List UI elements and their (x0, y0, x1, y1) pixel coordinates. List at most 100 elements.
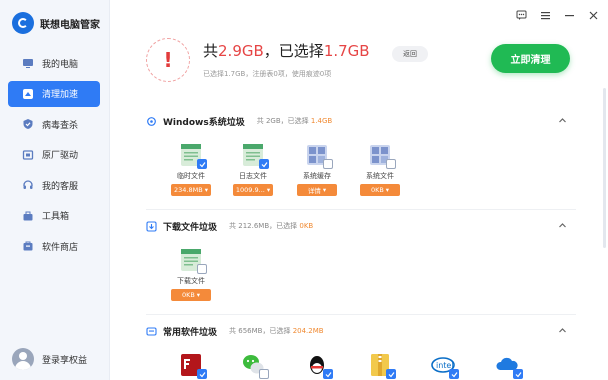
sidebar-item-label: 软件商店 (42, 242, 79, 253)
sidebar-item-label: 我的客服 (42, 181, 79, 192)
section-info-prefix: 共 2GB，已选择 (256, 117, 309, 125)
back-button[interactable]: 返回 (392, 46, 428, 62)
software-item-wechat[interactable] (230, 353, 276, 379)
sidebar-nav: 我的电脑 清理加速 病毒查杀 原厂驱动 我的客服 工具箱 软件商店 (8, 50, 100, 264)
chevron-down-icon: ▾ (322, 186, 327, 194)
checkbox-empty-icon[interactable] (386, 159, 396, 169)
onedrive-cloud-icon (495, 353, 523, 379)
item-size: 详情 (307, 187, 321, 195)
toolbox-icon (22, 210, 34, 222)
chevron-up-icon[interactable] (556, 219, 568, 231)
checkbox-checked-icon[interactable] (449, 369, 459, 379)
section-info-selected: 0KB (299, 222, 314, 230)
archive-app-icon (368, 353, 396, 379)
checkbox-checked-icon[interactable] (386, 369, 396, 379)
summary-total: 2.9GB (218, 42, 264, 60)
junk-item-temp[interactable]: 临时文件 234.8MB ▾ (168, 143, 214, 196)
section-download-junk: 下载文件垃圾 共 212.6MB，已选择 0KB (146, 219, 576, 233)
junk-item-download[interactable]: 下载文件 0KB ▾ (168, 248, 214, 301)
computer-icon (22, 57, 34, 69)
section-title: 常用软件垃圾 (163, 327, 218, 338)
checkbox-checked-icon[interactable] (259, 159, 269, 169)
alert-icon: ! (146, 38, 190, 82)
headset-icon (22, 179, 34, 191)
item-size: 234.8MB (174, 186, 203, 194)
sidebar-item-label: 我的电脑 (42, 59, 79, 70)
flash-app-icon (179, 353, 207, 379)
checkbox-empty-icon[interactable] (323, 159, 333, 169)
section-info: 共 212.6MB，已选择 0KB (229, 221, 313, 231)
scrollbar[interactable] (603, 88, 606, 248)
close-icon[interactable] (586, 8, 600, 22)
item-size-tag[interactable]: 0KB ▾ (360, 184, 400, 196)
window-controls (514, 8, 600, 22)
login-button[interactable]: 登录享权益 (12, 348, 87, 370)
broom-icon (22, 88, 34, 100)
temp-file-icon (179, 143, 207, 169)
divider (146, 209, 576, 210)
software-item-qq[interactable] (294, 353, 340, 379)
checkbox-checked-icon[interactable] (197, 369, 207, 379)
section-software-junk: 常用软件垃圾 共 656MB，已选择 204.2MB (146, 324, 576, 338)
avatar (12, 348, 34, 370)
clean-now-button[interactable]: 立即清理 (491, 44, 570, 73)
checkbox-checked-icon[interactable] (197, 159, 207, 169)
software-item-intel[interactable]: intel (420, 353, 466, 379)
sidebar-item-label: 病毒查杀 (42, 120, 79, 131)
chevron-up-icon[interactable] (556, 324, 568, 336)
item-name: 系统文件 (366, 172, 394, 180)
checkbox-empty-icon[interactable] (197, 264, 207, 274)
section-info-prefix: 共 656MB，已选择 (229, 327, 291, 335)
shield-icon (22, 118, 34, 130)
chevron-up-icon[interactable] (556, 114, 568, 126)
summary-selected: 1.7GB (323, 42, 370, 60)
item-size-tag[interactable]: 1009.9... ▾ (233, 184, 273, 196)
sidebar-item-my-computer[interactable]: 我的电脑 (8, 50, 100, 76)
junk-item-log[interactable]: 日志文件 1009.9... ▾ (230, 143, 276, 196)
item-size: 0KB (370, 186, 384, 194)
chevron-down-icon: ▾ (385, 186, 390, 194)
item-size-tag[interactable]: 234.8MB ▾ (171, 184, 211, 196)
system-cache-icon (305, 143, 333, 169)
brand: 联想电脑管家 (12, 12, 100, 34)
section-title: 下载文件垃圾 (163, 222, 218, 233)
junk-item-sys-file[interactable]: 系统文件 0KB ▾ (357, 143, 403, 196)
item-name: 下载文件 (177, 277, 205, 285)
sidebar-item-label: 清理加速 (42, 90, 79, 100)
sidebar-item-label: 工具箱 (42, 212, 70, 222)
item-name: 日志文件 (239, 172, 267, 180)
checkbox-empty-icon[interactable] (259, 369, 269, 379)
section-info-selected: 1.4GB (310, 117, 333, 125)
section-windows-junk: Windows系统垃圾 共 2GB，已选择 1.4GB (146, 114, 576, 128)
chevron-down-icon: ▾ (266, 186, 271, 194)
sidebar-item-store[interactable]: 软件商店 (8, 233, 100, 259)
store-icon (22, 240, 34, 252)
app-name: 联想电脑管家 (40, 19, 100, 31)
software-item-archive[interactable] (357, 353, 403, 379)
menu-icon[interactable] (538, 8, 552, 22)
download-file-icon (179, 248, 207, 274)
checkbox-checked-icon[interactable] (323, 369, 333, 379)
software-item-flash[interactable] (168, 353, 214, 379)
item-detail-tag[interactable]: 详情 ▾ (297, 184, 337, 196)
checkbox-checked-icon[interactable] (513, 369, 523, 379)
sidebar-item-toolbox[interactable]: 工具箱 (8, 203, 100, 229)
software-item-onedrive[interactable] (484, 353, 530, 379)
sidebar-item-driver[interactable]: 原厂驱动 (8, 142, 100, 168)
system-file-icon (368, 143, 396, 169)
item-name: 系统缓存 (303, 172, 331, 180)
feedback-icon[interactable] (514, 8, 528, 22)
sidebar: 联想电脑管家 我的电脑 清理加速 病毒查杀 原厂驱动 我的客服 工具箱 软件商店… (0, 0, 110, 380)
minimize-icon[interactable] (562, 8, 576, 22)
junk-item-sys-cache[interactable]: 系统缓存 详情 ▾ (294, 143, 340, 196)
summary-prefix: 共 (203, 42, 219, 60)
item-size-tag[interactable]: 0KB ▾ (171, 289, 211, 301)
sidebar-item-virus[interactable]: 病毒查杀 (8, 111, 100, 137)
software-icon (146, 326, 157, 337)
section-title: Windows系统垃圾 (163, 117, 245, 128)
driver-icon (22, 149, 34, 161)
sidebar-item-service[interactable]: 我的客服 (8, 172, 100, 198)
download-icon (146, 220, 157, 232)
section-info: 共 656MB，已选择 204.2MB (229, 326, 324, 336)
sidebar-item-clean[interactable]: 清理加速 (8, 80, 100, 107)
